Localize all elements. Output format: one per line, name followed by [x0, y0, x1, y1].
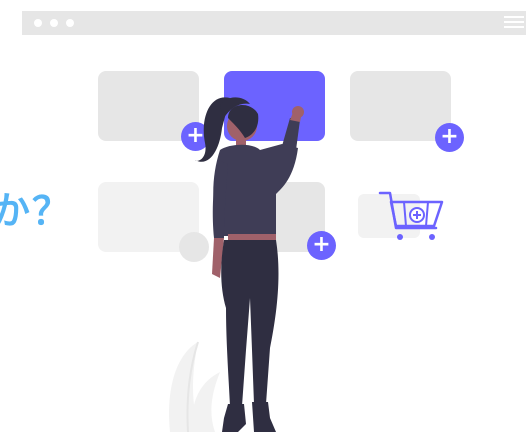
window-dot: [50, 19, 58, 27]
window-dot: [34, 19, 42, 27]
woman-figure-illustration: [195, 97, 304, 432]
window-dot: [66, 19, 74, 27]
browser-bar: [22, 11, 526, 35]
side-question-text: か？: [0, 189, 73, 233]
shopping-cart-icon[interactable]: [378, 190, 444, 244]
add-button[interactable]: +: [435, 123, 464, 152]
hamburger-icon[interactable]: [504, 16, 524, 30]
illustration-stage: + + + か？: [0, 0, 526, 432]
